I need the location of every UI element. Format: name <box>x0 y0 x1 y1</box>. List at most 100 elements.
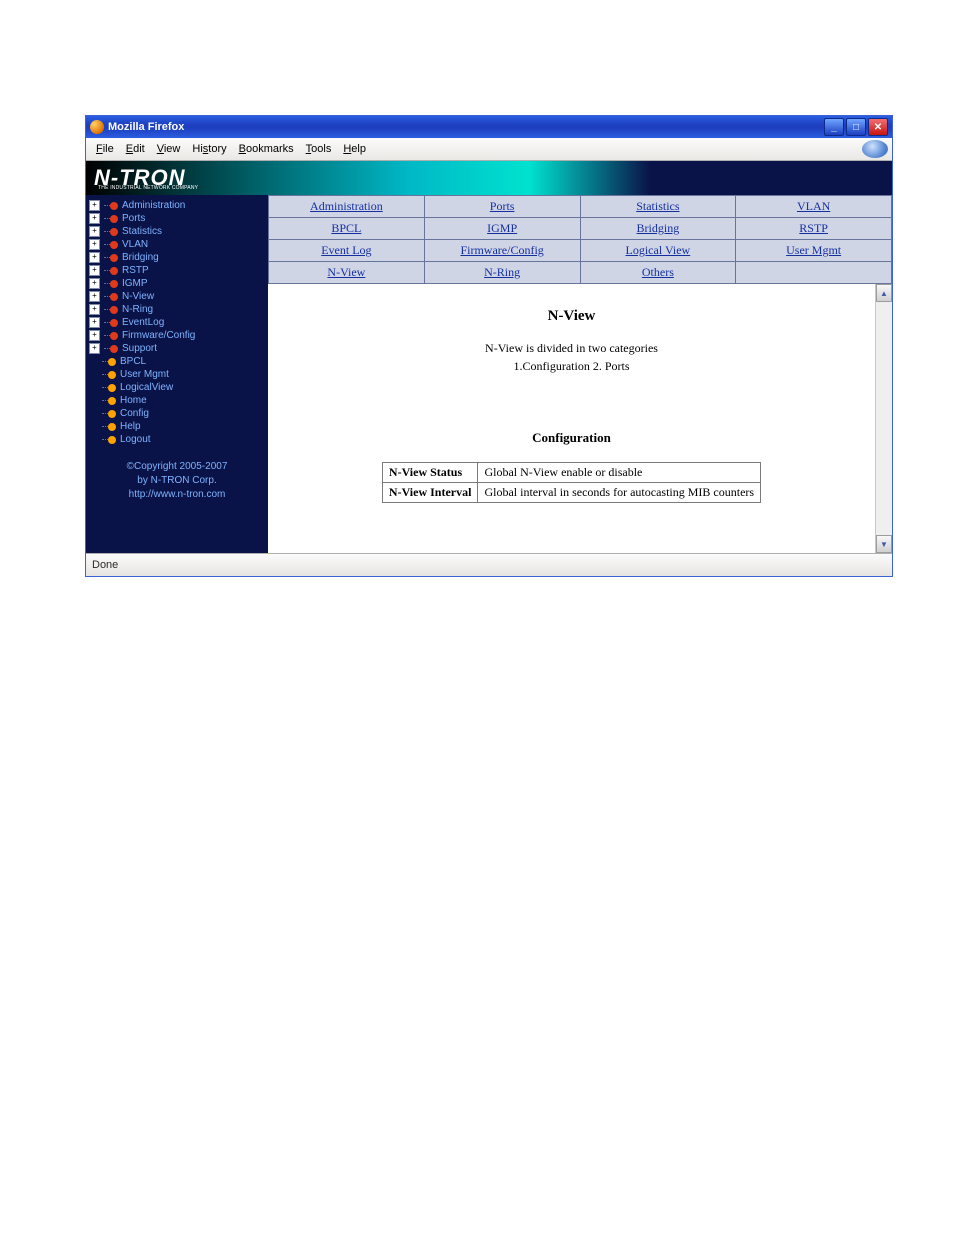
menu-bookmarks[interactable]: Bookmarks <box>233 141 300 157</box>
window-titlebar[interactable]: Mozilla Firefox _ □ ✕ <box>86 116 892 138</box>
top-nav-link[interactable]: Event Log <box>321 243 371 257</box>
sidebar-item[interactable]: + Administration <box>86 199 268 212</box>
sidebar-item-label[interactable]: Logout <box>120 433 151 446</box>
sidebar-item[interactable]: + VLAN <box>86 238 268 251</box>
tree-expander-icon[interactable]: + <box>89 291 100 302</box>
sidebar-item[interactable]: + Statistics <box>86 225 268 238</box>
top-nav-cell[interactable]: N-View <box>269 262 425 284</box>
sidebar-item-label[interactable]: N-View <box>122 290 154 303</box>
top-nav-cell[interactable]: Logical View <box>580 240 736 262</box>
sidebar-item[interactable]: Help <box>86 420 268 433</box>
tree-expander-icon[interactable]: + <box>89 252 100 263</box>
top-nav-link[interactable]: User Mgmt <box>786 243 841 257</box>
top-nav-cell[interactable]: BPCL <box>269 218 425 240</box>
sidebar-item-label[interactable]: IGMP <box>122 277 148 290</box>
sidebar-item[interactable]: + N-View <box>86 290 268 303</box>
tree-expander-icon[interactable]: + <box>89 265 100 276</box>
top-nav-link[interactable]: Bridging <box>637 221 680 235</box>
sidebar-item-label[interactable]: Home <box>120 394 147 407</box>
sidebar-item-label[interactable]: Support <box>122 342 157 355</box>
top-nav-cell[interactable]: Bridging <box>580 218 736 240</box>
tree-expander-icon[interactable]: + <box>89 278 100 289</box>
sidebar-item-label[interactable]: Firmware/Config <box>122 329 195 342</box>
minimize-button[interactable]: _ <box>824 118 844 136</box>
top-nav-link[interactable]: RSTP <box>799 221 828 235</box>
sidebar-item[interactable]: Config <box>86 407 268 420</box>
tree-expander-icon[interactable]: + <box>89 239 100 250</box>
sidebar-item-label[interactable]: Help <box>120 420 141 433</box>
top-nav-link[interactable]: IGMP <box>487 221 517 235</box>
sidebar-item-label[interactable]: N-Ring <box>122 303 153 316</box>
sidebar-item[interactable]: Home <box>86 394 268 407</box>
sidebar-item[interactable]: + Support <box>86 342 268 355</box>
sidebar-item-label[interactable]: Config <box>120 407 149 420</box>
close-button[interactable]: ✕ <box>868 118 888 136</box>
menu-help[interactable]: Help <box>337 141 372 157</box>
top-nav-link[interactable]: N-Ring <box>484 265 520 279</box>
sidebar-item-label[interactable]: Statistics <box>122 225 162 238</box>
sidebar-item[interactable]: + EventLog <box>86 316 268 329</box>
top-nav-link[interactable]: N-View <box>327 265 365 279</box>
top-nav-cell[interactable]: Others <box>580 262 736 284</box>
vertical-scrollbar[interactable]: ▲ ▼ <box>875 284 892 553</box>
top-nav-link[interactable]: Others <box>642 265 674 279</box>
top-nav-cell[interactable]: Event Log <box>269 240 425 262</box>
top-nav-link[interactable]: Administration <box>310 199 383 213</box>
tree-expander-icon[interactable]: + <box>89 213 100 224</box>
top-nav-link[interactable]: Firmware/Config <box>460 243 543 257</box>
sidebar-item-label[interactable]: BPCL <box>120 355 146 368</box>
sidebar-item-label[interactable]: User Mgmt <box>120 368 169 381</box>
menu-history[interactable]: History <box>186 141 232 157</box>
scroll-up-button[interactable]: ▲ <box>876 284 892 302</box>
top-nav-cell[interactable]: IGMP <box>424 218 580 240</box>
tree-expander-icon[interactable]: + <box>89 226 100 237</box>
sidebar-item[interactable]: + Firmware/Config <box>86 329 268 342</box>
top-nav-link[interactable]: Logical View <box>626 243 691 257</box>
menu-file[interactable]: File <box>90 141 120 157</box>
sidebar-item[interactable]: BPCL <box>86 355 268 368</box>
menu-view[interactable]: View <box>151 141 187 157</box>
top-nav-cell[interactable]: VLAN <box>736 196 892 218</box>
top-nav-cell[interactable]: Ports <box>424 196 580 218</box>
top-nav-cell[interactable]: Administration <box>269 196 425 218</box>
folder-icon <box>110 345 118 353</box>
tree-expander-icon[interactable]: + <box>89 330 100 341</box>
sidebar-item-label[interactable]: EventLog <box>122 316 164 329</box>
tree-expander-icon[interactable]: + <box>89 317 100 328</box>
sidebar-item-label[interactable]: Bridging <box>122 251 159 264</box>
sidebar-item[interactable]: User Mgmt <box>86 368 268 381</box>
sidebar-item[interactable]: Logout <box>86 433 268 446</box>
menu-edit[interactable]: Edit <box>120 141 151 157</box>
sidebar-item-label[interactable]: LogicalView <box>120 381 173 394</box>
top-nav-cell[interactable]: N-Ring <box>424 262 580 284</box>
sidebar-item[interactable]: + Bridging <box>86 251 268 264</box>
sidebar-item[interactable]: + N-Ring <box>86 303 268 316</box>
top-nav-link[interactable]: Statistics <box>636 199 679 213</box>
copyright-url[interactable]: http://www.n-tron.com <box>86 488 268 502</box>
sidebar-item-label[interactable]: RSTP <box>122 264 149 277</box>
maximize-button[interactable]: □ <box>846 118 866 136</box>
scroll-track[interactable] <box>876 302 892 535</box>
scroll-down-button[interactable]: ▼ <box>876 535 892 553</box>
top-nav-cell[interactable]: Statistics <box>580 196 736 218</box>
sidebar-item-label[interactable]: Ports <box>122 212 145 225</box>
page-title: N-View <box>292 308 851 325</box>
tree-spacer <box>89 409 98 418</box>
sidebar-item[interactable]: LogicalView <box>86 381 268 394</box>
top-nav-cell[interactable]: User Mgmt <box>736 240 892 262</box>
tree-expander-icon[interactable]: + <box>89 304 100 315</box>
top-nav-cell[interactable]: Firmware/Config <box>424 240 580 262</box>
top-nav-link[interactable]: VLAN <box>797 199 830 213</box>
sidebar-item[interactable]: + Ports <box>86 212 268 225</box>
sidebar-item[interactable]: + RSTP <box>86 264 268 277</box>
tree-expander-icon[interactable]: + <box>89 200 100 211</box>
nav-tree: + Administration + Ports + Statistics + VLAN + Br… <box>86 199 268 446</box>
sidebar-item-label[interactable]: VLAN <box>122 238 148 251</box>
top-nav-link[interactable]: BPCL <box>331 221 361 235</box>
sidebar-item-label[interactable]: Administration <box>122 199 185 212</box>
top-nav-link[interactable]: Ports <box>490 199 515 213</box>
top-nav-cell[interactable]: RSTP <box>736 218 892 240</box>
tree-expander-icon[interactable]: + <box>89 343 100 354</box>
sidebar-item[interactable]: + IGMP <box>86 277 268 290</box>
menu-tools[interactable]: Tools <box>300 141 338 157</box>
